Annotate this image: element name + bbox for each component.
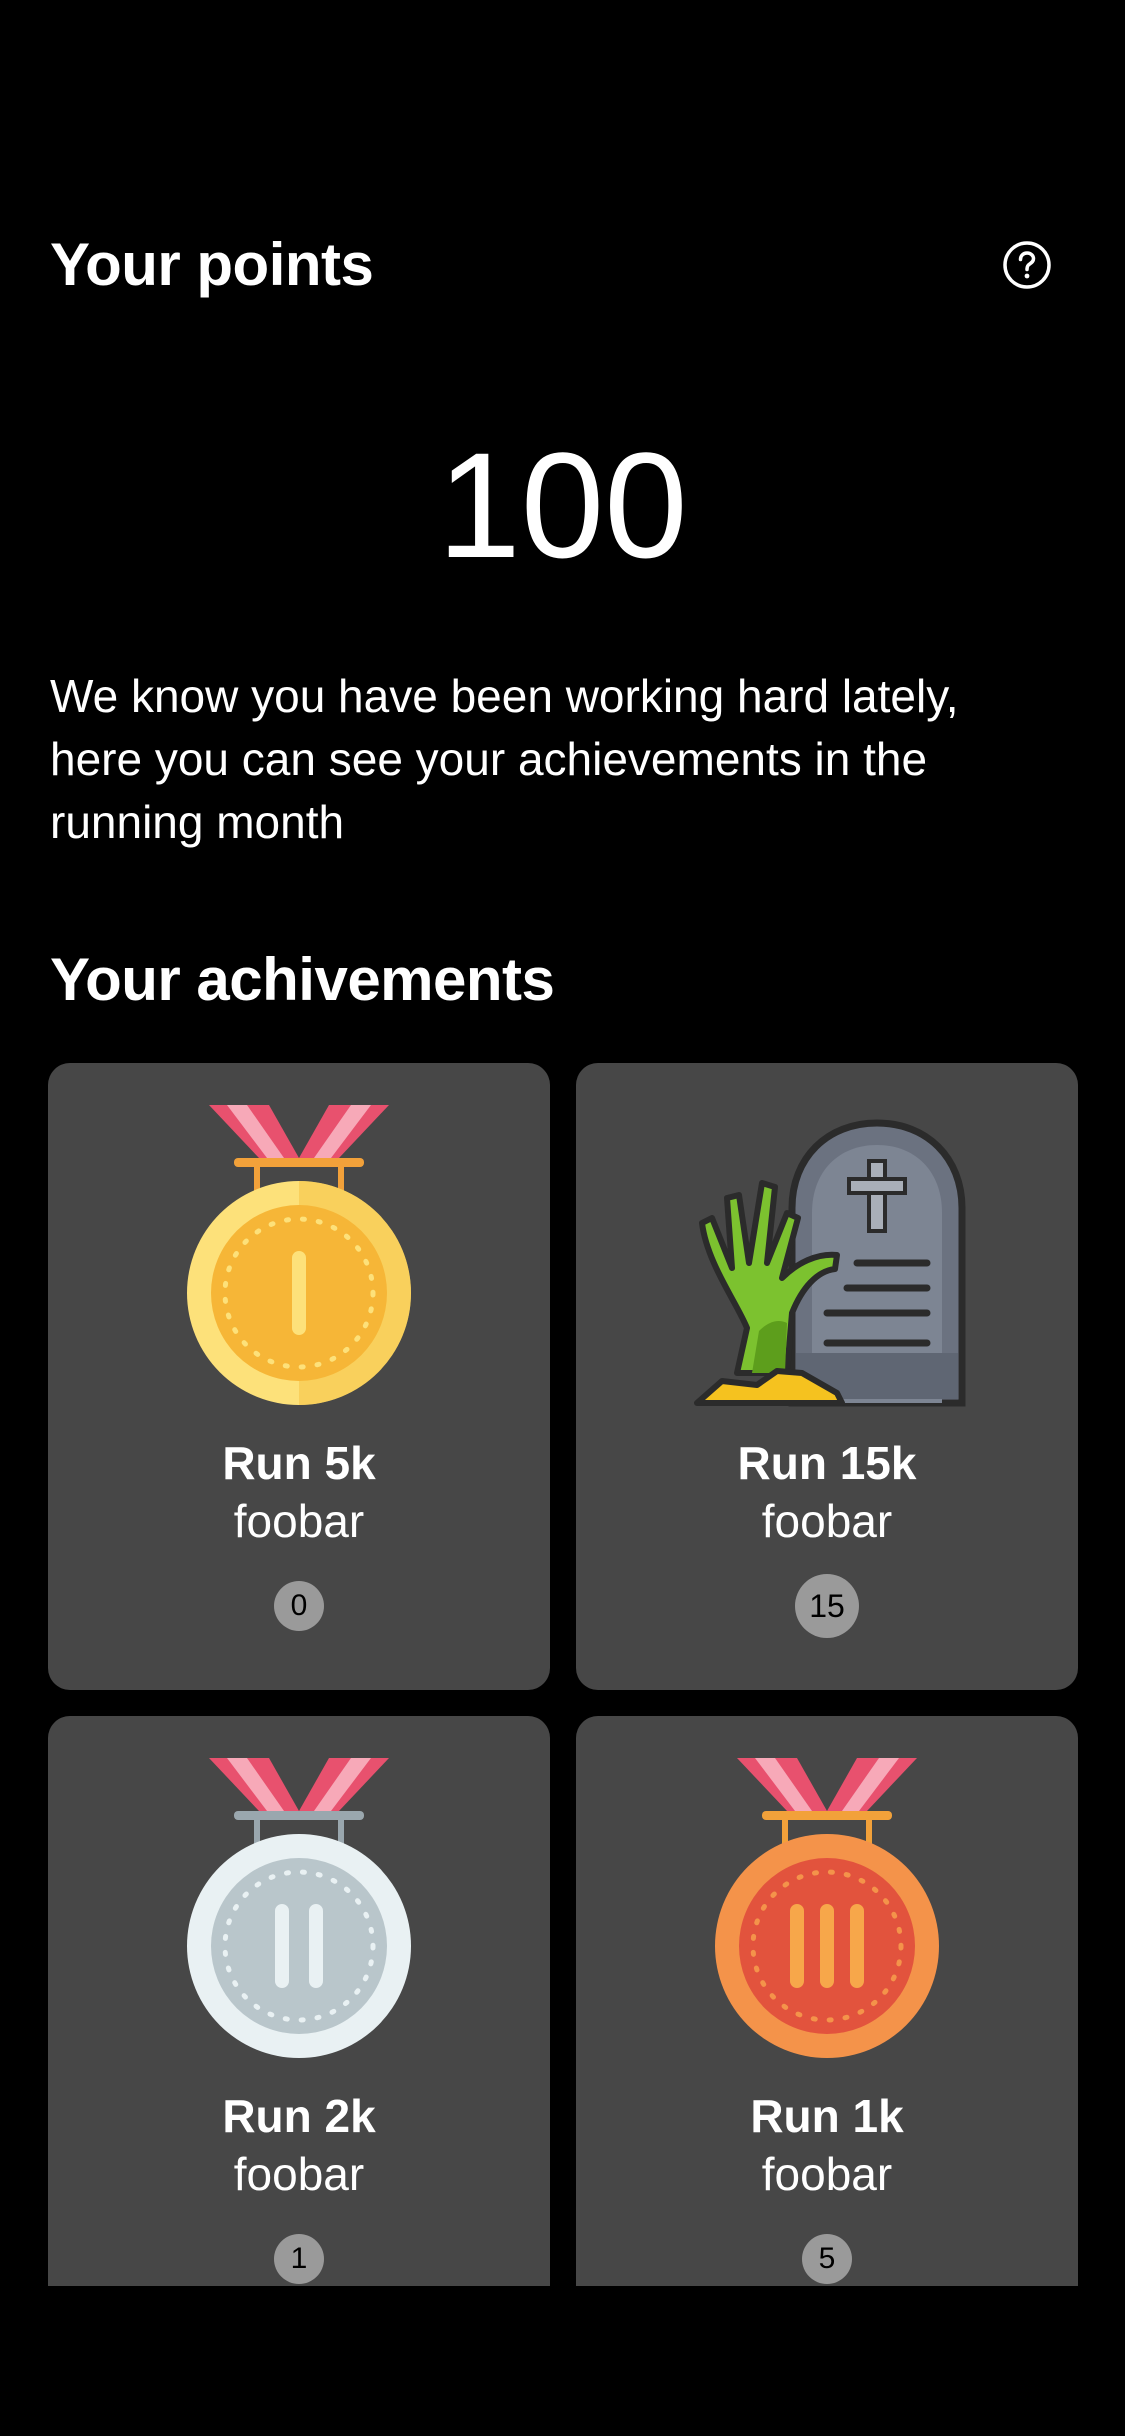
description-text: We know you have been working hard latel…	[50, 670, 959, 848]
achievement-title: Run 5k	[222, 1437, 376, 1489]
achievement-card[interactable]: Run 5k foobar 0	[48, 1063, 550, 1690]
help-button[interactable]	[1002, 240, 1052, 290]
zombie-grave-icon	[694, 1119, 966, 1407]
count-badge: 1	[274, 2234, 324, 2284]
achievement-subtitle: foobar	[233, 2148, 365, 2200]
achievement-subtitle: foobar	[233, 1495, 365, 1547]
achievement-title: Run 15k	[737, 1437, 917, 1489]
count-badge: 5	[802, 2234, 852, 2284]
gold-medal-icon	[187, 1105, 411, 1405]
achievement-subtitle: foobar	[761, 2148, 893, 2200]
achievement-subtitle: foobar	[761, 1495, 893, 1547]
achievement-title: Run 2k	[222, 2090, 376, 2142]
achievements-grid: Run 5k foobar 0 Run 15k foobar 15 Run 2k…	[48, 1063, 1078, 2286]
achievements-title: Your achivements	[50, 946, 555, 1013]
achievement-card[interactable]: Run 2k foobar 1	[48, 1716, 550, 2286]
achievements-screen: Your points 100 We know you have been wo…	[0, 0, 1125, 2436]
achievement-title: Run 1k	[750, 2090, 904, 2142]
header: Your points	[50, 225, 1075, 305]
silver-medal-icon	[187, 1758, 411, 2058]
achievement-card[interactable]: Run 15k foobar 15	[576, 1063, 1078, 1690]
count-badge: 0	[274, 1581, 324, 1631]
points-value: 100	[437, 421, 688, 589]
bronze-medal-icon	[715, 1758, 939, 2058]
count-badge: 15	[795, 1574, 859, 1638]
achievement-card[interactable]: Run 1k foobar 5	[576, 1716, 1078, 2286]
page-title: Your points	[50, 231, 374, 298]
help-circle-icon	[1003, 241, 1051, 289]
